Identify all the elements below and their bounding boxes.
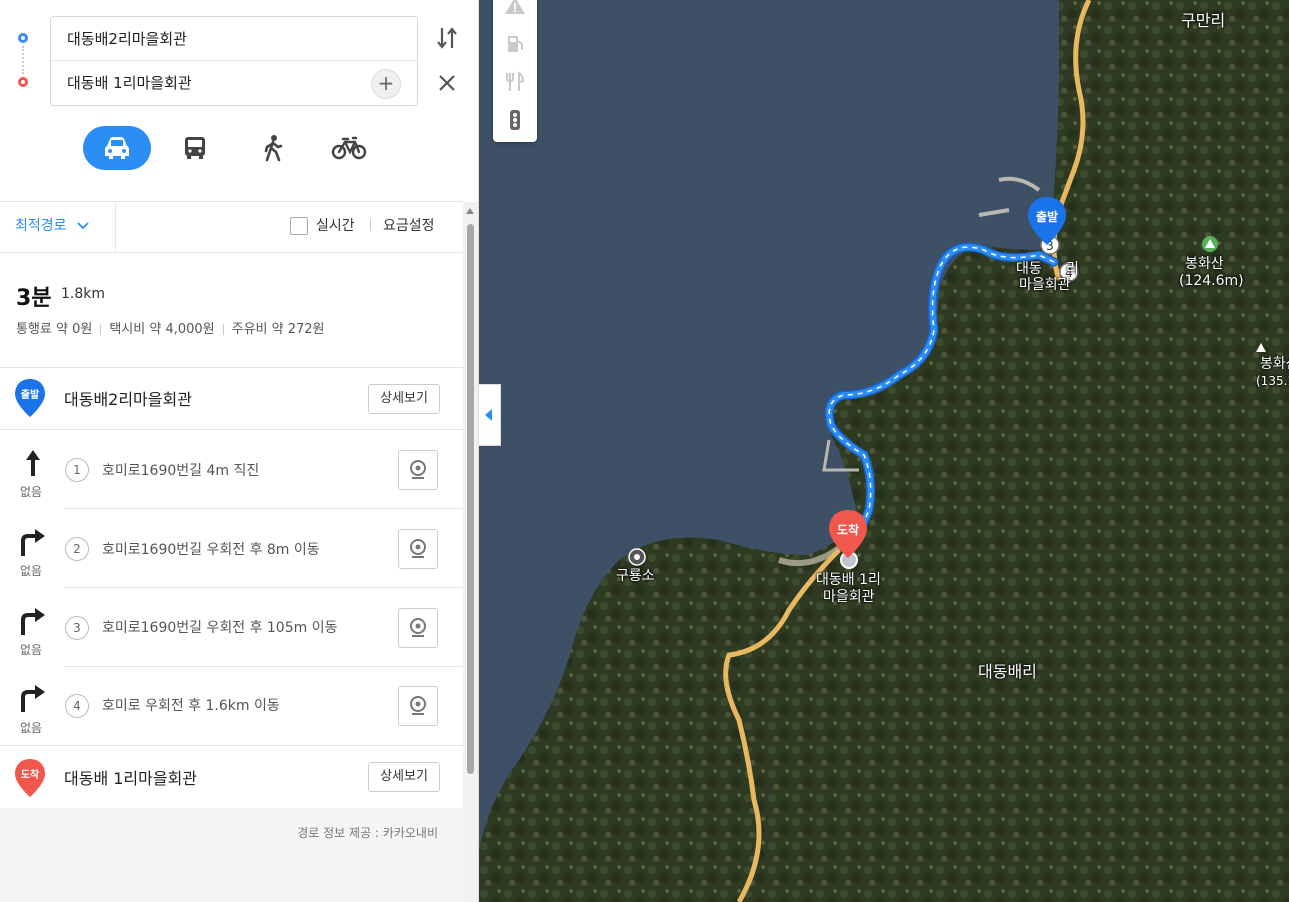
route-search-box: 대동배2리마을회관 대동배 1리마을회관 + [50, 16, 418, 106]
toll-cost: 통행료 약 0원 [16, 322, 93, 337]
straight-arrow-icon [26, 450, 40, 476]
bike-mode-button[interactable] [315, 126, 383, 170]
end-point-name: 대동배 1리마을회관 [64, 769, 198, 788]
car-icon [105, 137, 129, 159]
warning-icon[interactable] [503, 0, 527, 18]
taxi-cost: 택시비 약 4,000원 [109, 322, 215, 337]
restaurant-icon[interactable] [503, 70, 527, 94]
divider [370, 219, 371, 231]
cctv-icon [410, 460, 426, 479]
end-pin-badge: 도착 [21, 768, 40, 781]
end-point-row: 도착 대동배 1리마을회관 상세보기 [0, 746, 463, 806]
start-pin-icon: 출발 [15, 379, 45, 417]
scrollbar-thumb[interactable] [467, 224, 474, 774]
start-detail-button[interactable]: 상세보기 [368, 384, 440, 414]
realtime-checkbox[interactable] [290, 217, 308, 235]
turn-right-arrow-icon [21, 608, 45, 635]
route-time: 3분 [16, 286, 52, 311]
close-icon[interactable] [436, 72, 458, 94]
route-provider: 경로 정보 제공 : 카카오내비 [297, 826, 438, 840]
gas-station-icon[interactable] [503, 32, 527, 56]
step-number: 4 [65, 694, 89, 718]
add-waypoint-button[interactable]: + [371, 69, 401, 99]
cctv-button[interactable] [398, 686, 438, 726]
lane-label: 없음 [20, 643, 43, 657]
end-pin-icon: 도착 [15, 759, 45, 797]
chevron-left-icon [485, 409, 492, 421]
panel-footer: 경로 정보 제공 : 카카오내비 [0, 808, 463, 902]
step-row-2[interactable]: 없음 2 호미로1690번길 우회전 후 8m 이동 [0, 509, 463, 587]
cctv-button[interactable] [398, 608, 438, 648]
swap-route-icon[interactable] [436, 24, 458, 52]
step-number: 2 [65, 537, 89, 561]
step-row-4[interactable]: 없음 4 호미로 우회전 후 1.6km 이동 [0, 667, 463, 745]
realtime-label[interactable]: 실시간 [316, 215, 355, 235]
panel-collapse-button[interactable] [479, 384, 501, 446]
cctv-button[interactable] [398, 450, 438, 490]
route-distance: 1.8km [61, 286, 106, 302]
cctv-icon [410, 618, 426, 637]
map-label-start-2: 마을회관 [1019, 277, 1071, 293]
satellite-map[interactable]: 3 4 출발 도착 구만리 봉화산 (124.6m) 봉화산 (135.1 대동… [479, 0, 1289, 902]
bus-icon [185, 137, 205, 159]
route-type-label: 최적경로 [15, 218, 67, 234]
map-label-peak: 봉화산 [1185, 256, 1224, 272]
cctv-button[interactable] [398, 529, 438, 569]
scroll-up-icon[interactable] [466, 208, 474, 214]
map-label-gurongso: 구룡소 [616, 568, 655, 584]
lane-label: 없음 [20, 485, 43, 499]
map-label-peak-height: (124.6m) [1179, 273, 1244, 289]
lane-label: 없음 [20, 564, 43, 578]
walk-mode-button[interactable] [239, 126, 307, 170]
destination-input[interactable]: 대동배 1리마을회관 + [51, 61, 417, 105]
directions-panel: 대동배2리마을회관 대동배 1리마을회관 + 최적경로 실시간 요금설정 3분 … [0, 0, 479, 902]
walk-icon [264, 135, 283, 162]
cctv-icon [410, 539, 426, 558]
route-dotted-line [22, 46, 24, 74]
start-pin-badge: 출발 [21, 388, 40, 401]
traffic-light-icon[interactable] [503, 108, 527, 132]
divider [115, 202, 116, 252]
bike-icon [331, 136, 367, 160]
end-detail-button[interactable]: 상세보기 [368, 762, 440, 792]
cctv-icon [410, 696, 426, 715]
step-text: 호미로1690번길 4m 직진 [102, 463, 260, 479]
step-text: 호미로1690번길 우회전 후 8m 이동 [102, 542, 320, 558]
map-label-start-1b: 리 [1066, 261, 1079, 277]
map-label-village-center: 대동배리 [978, 662, 1037, 681]
route-costs: 통행료 약 0원 택시비 약 4,000원 주유비 약 272원 [16, 318, 325, 337]
map-label-village: 구만리 [1181, 11, 1226, 30]
map-tools-panel [493, 0, 537, 142]
origin-dot-icon [18, 33, 28, 43]
map-label-end-1: 대동배 1리 [816, 572, 881, 588]
start-point-name: 대동배2리마을회관 [64, 390, 192, 409]
destination-text: 대동배 1리마을회관 [67, 74, 192, 92]
origin-input[interactable]: 대동배2리마을회관 [51, 17, 417, 61]
step-row-3[interactable]: 없음 3 호미로1690번길 우회전 후 105m 이동 [0, 588, 463, 666]
svg-text:도착: 도착 [837, 522, 859, 537]
map-label-start-1: 대동 [1016, 261, 1042, 277]
panel-scrollbar[interactable] [463, 202, 478, 902]
turn-right-arrow-icon [21, 529, 45, 556]
chevron-down-icon [77, 222, 89, 230]
map-label-peak2-height: (135.1 [1256, 374, 1289, 388]
step-text: 호미로 우회전 후 1.6km 이동 [102, 698, 280, 714]
step-row-1[interactable]: 없음 1 호미로1690번길 4m 직진 [0, 430, 463, 508]
lane-label: 없음 [20, 721, 43, 735]
fuel-cost: 주유비 약 272원 [231, 322, 325, 337]
start-point-row: 출발 대동배2리마을회관 상세보기 [0, 368, 463, 428]
step-text: 호미로1690번길 우회전 후 105m 이동 [102, 620, 338, 636]
turn-right-arrow-icon [21, 685, 45, 712]
map-label-end-2: 마을회관 [823, 589, 875, 605]
step-number: 1 [65, 458, 89, 482]
route-type-dropdown[interactable]: 최적경로 [15, 202, 89, 250]
svg-text:출발: 출발 [1036, 209, 1058, 224]
map-label-peak2: 봉화산 [1260, 356, 1289, 372]
car-mode-button[interactable] [83, 126, 151, 170]
bus-mode-button[interactable] [161, 126, 229, 170]
step-number: 3 [65, 616, 89, 640]
destination-dot-icon [18, 77, 28, 87]
fare-settings-link[interactable]: 요금설정 [383, 215, 435, 235]
